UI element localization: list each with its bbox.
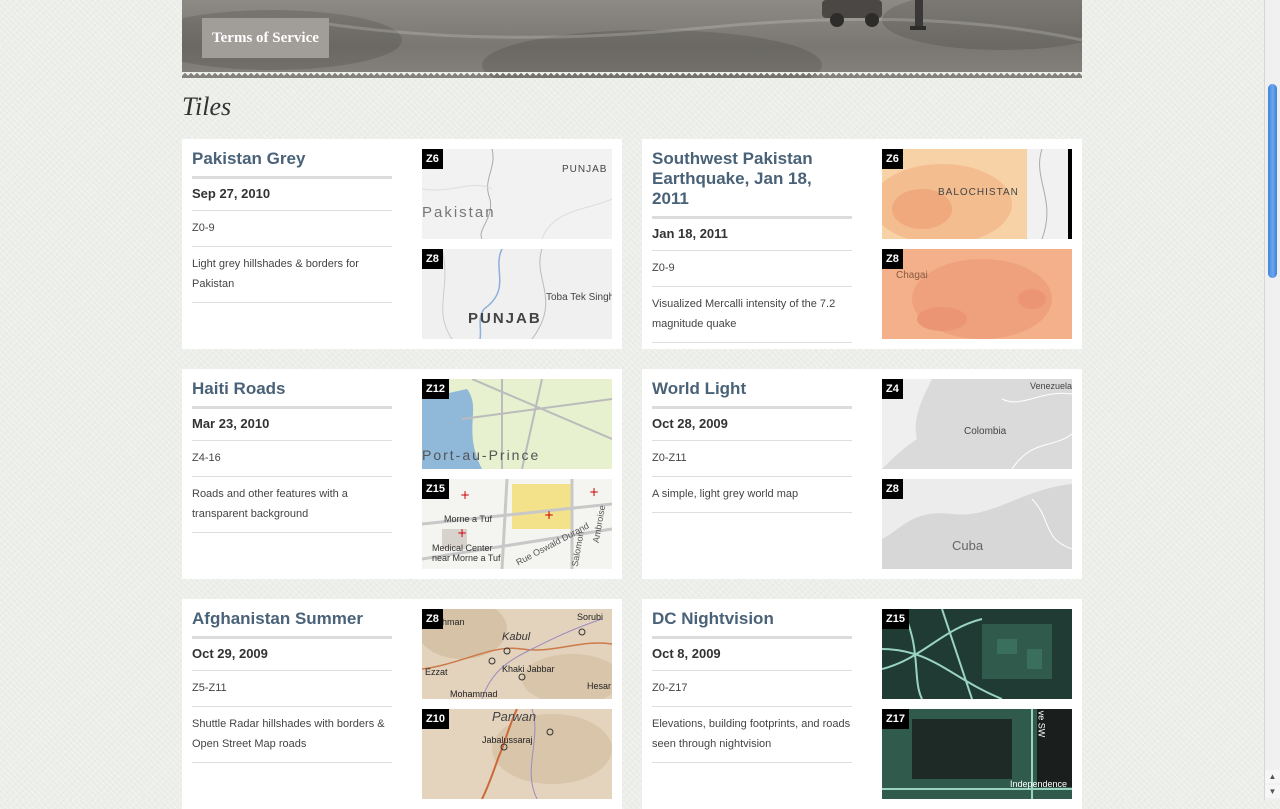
map-label: Jabalussaraj (482, 735, 533, 745)
map-label: Mohammad (450, 689, 498, 699)
zoom-badge: Z6 (422, 149, 443, 169)
tile-date: Mar 23, 2010 (192, 409, 392, 441)
map-label: Pakistan (422, 204, 496, 221)
map-label: Cuba (952, 538, 984, 553)
map-label: BALOCHISTAN (938, 187, 1019, 198)
map-thumbnail[interactable]: + + + + Z15 Morne a Tuf Medical Center near… (422, 479, 612, 569)
zoom-badge: Z4 (882, 379, 903, 399)
vertical-scrollbar[interactable]: ▲ ▼ (1264, 0, 1280, 800)
zoom-badge: Z12 (422, 379, 449, 399)
map-label: ve SW (1036, 710, 1047, 738)
page-title: Tiles (182, 92, 232, 121)
map-label: hman (442, 617, 465, 627)
map-label: Chagai (896, 270, 928, 281)
tile-description: Visualized Mercalli intensity of the 7.2… (652, 287, 852, 343)
tile-zoom-range: Z4-16 (192, 441, 392, 477)
zoom-badge: Z8 (882, 249, 903, 269)
map-label: Toba Tek Singh (546, 292, 612, 303)
map-label: PUNJAB (468, 310, 542, 327)
zoom-badge: Z8 (422, 609, 443, 629)
tile-description: A simple, light grey world map (652, 477, 852, 513)
tile-description: Elevations, building footprints, and roa… (652, 707, 852, 763)
map-label: Kabul (502, 631, 531, 643)
map-thumbnail[interactable]: Z8 Chagai (882, 249, 1072, 339)
tile-zoom-range: Z5-Z11 (192, 671, 392, 707)
tile-title-link[interactable]: Afghanistan Summer (192, 609, 392, 639)
map-thumbnail[interactable]: Z6 PUNJAB Pakistan (422, 149, 612, 239)
map-thumbnail[interactable]: Z8 hman Sorubi Kabul Khaki Jabbar Ezzat … (422, 609, 612, 699)
zoom-badge: Z15 (882, 609, 909, 629)
map-thumbnail[interactable]: Z15 (882, 609, 1072, 699)
map-label: Khaki Jabbar (502, 664, 555, 674)
map-label: Sorubi (577, 612, 604, 622)
tile-date: Oct 8, 2009 (652, 639, 852, 671)
tile-card-sw-pakistan-earthquake: Southwest Pakistan Earthquake, Jan 18, 2… (642, 139, 1082, 349)
map-thumbnail[interactable]: Z8 Cuba (882, 479, 1072, 569)
terms-of-service-button[interactable]: Terms of Service (202, 18, 329, 58)
map-label: PUNJAB (562, 164, 608, 175)
map-label: Ezzat (425, 667, 448, 677)
tile-card-pakistan-grey: Pakistan Grey Sep 27, 2010 Z0-9 Light gr… (182, 139, 622, 349)
scrollbar-thumb[interactable] (1268, 84, 1277, 278)
map-label: Independence (1010, 779, 1068, 789)
map-thumbnail[interactable]: Z6 BALOCHISTAN (882, 149, 1072, 239)
tile-zoom-range: Z0-Z11 (652, 441, 852, 477)
tile-title-link[interactable]: DC Nightvision (652, 609, 852, 639)
map-label: Medical Center near Morne a Tuf (432, 543, 501, 563)
zoom-badge: Z17 (882, 709, 909, 729)
tile-zoom-range: Z0-9 (652, 251, 852, 287)
tile-card-haiti-roads: Haiti Roads Mar 23, 2010 Z4-16 Roads and… (182, 369, 622, 579)
tile-date: Sep 27, 2010 (192, 179, 392, 211)
zoom-badge: Z6 (882, 149, 903, 169)
tile-title-link[interactable]: Pakistan Grey (192, 149, 392, 179)
zoom-badge: Z10 (422, 709, 449, 729)
map-thumbnail[interactable]: Z10 Parwan Jabalussaraj (422, 709, 612, 799)
map-label: Morne a Tuf (444, 514, 493, 524)
tile-zoom-range: Z0-Z17 (652, 671, 852, 707)
tile-title-link[interactable]: World Light (652, 379, 852, 409)
zoom-badge: Z8 (882, 479, 903, 499)
zoom-badge: Z8 (422, 249, 443, 269)
svg-text:+: + (457, 526, 467, 540)
svg-text:+: + (544, 508, 554, 522)
map-thumbnail[interactable]: Z12 Port-au-Prince (422, 379, 612, 469)
tile-date: Oct 29, 2009 (192, 639, 392, 671)
map-label: Parwan (492, 709, 537, 724)
map-thumbnail[interactable]: Z17 Independence ve SW (882, 709, 1072, 799)
scroll-down-arrow-icon[interactable]: ▼ (1265, 785, 1280, 798)
tile-zoom-range: Z0-9 (192, 211, 392, 247)
tile-date: Jan 18, 2011 (652, 219, 852, 251)
tile-description: Shuttle Radar hillshades with borders & … (192, 707, 392, 763)
map-thumbnail[interactable]: Z8 Toba Tek Singh PUNJAB (422, 249, 612, 339)
map-label: Port-au-Prince (422, 447, 541, 463)
svg-text:+: + (589, 485, 599, 499)
tile-title-link[interactable]: Haiti Roads (192, 379, 392, 409)
tile-card-world-light: World Light Oct 28, 2009 Z0-Z11 A simple… (642, 369, 1082, 579)
scroll-up-arrow-icon[interactable]: ▲ (1265, 770, 1280, 783)
map-label: Hesar (587, 681, 612, 691)
zoom-badge: Z15 (422, 479, 449, 499)
tile-date: Oct 28, 2009 (652, 409, 852, 441)
tile-description: Light grey hillshades & borders for Paki… (192, 247, 392, 303)
tile-card-dc-nightvision: DC Nightvision Oct 8, 2009 Z0-Z17 Elevat… (642, 599, 1082, 809)
tile-card-afghanistan-summer: Afghanistan Summer Oct 29, 2009 Z5-Z11 S… (182, 599, 622, 809)
tile-title-link[interactable]: Southwest Pakistan Earthquake, Jan 18, 2… (652, 149, 852, 219)
svg-text:+: + (460, 488, 470, 502)
map-label: Colombia (964, 426, 1007, 437)
tile-description: Roads and other features with a transpar… (192, 477, 392, 533)
map-label: Venezuela (1030, 381, 1072, 391)
map-thumbnail[interactable]: Z4 Venezuela Colombia (882, 379, 1072, 469)
